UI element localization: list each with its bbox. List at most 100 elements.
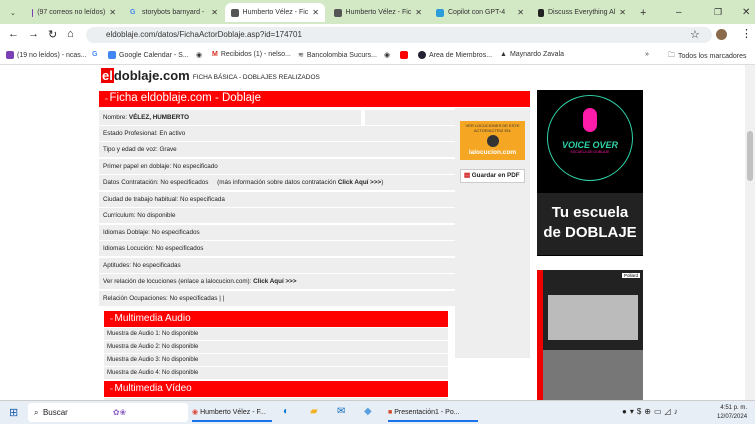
- bookmark-gmail[interactable]: (19 no leídos) - ncas...: [6, 51, 87, 59]
- clock[interactable]: 4:51 p. m. 12/07/2024: [717, 404, 747, 422]
- field-primer: Primer papel en doblaje: No especificado: [99, 159, 455, 174]
- bookmark-google[interactable]: G: [92, 51, 97, 58]
- google-icon: G: [130, 8, 136, 16]
- menu-icon[interactable]: ⋮: [741, 27, 752, 40]
- audio-item: Muestra de Audio 4: No disponible: [104, 367, 448, 379]
- field-curriculum: Currículum: No disponible: [99, 208, 455, 223]
- back-button[interactable]: ←: [8, 28, 19, 40]
- tab-search-button[interactable]: ⌄: [4, 3, 22, 22]
- new-tab-button[interactable]: +: [634, 3, 652, 22]
- calendar-icon: [108, 51, 116, 59]
- bookmark-calendar[interactable]: Google Calendar - S...: [108, 51, 189, 59]
- section-header: Ficha eldoblaje.com - Doblaje: [99, 91, 530, 107]
- field-tipo: Tipo y edad de voz: Grave: [99, 142, 455, 157]
- file-explorer-icon[interactable]: ▰: [310, 406, 318, 417]
- field-ocupaciones: Relación Ocupaciones: No especificadas |…: [99, 291, 455, 306]
- audio-header: Multimedia Audio: [104, 311, 448, 327]
- tab-gmail[interactable]: (97 correos no leídos) ✕: [26, 3, 122, 22]
- star-icon[interactable]: ☆: [690, 28, 700, 41]
- site-icon: [334, 8, 342, 17]
- avatar[interactable]: [716, 29, 727, 40]
- bancolombia-icon: ≋: [298, 52, 304, 59]
- edge-icon[interactable]: ◐: [283, 406, 289, 417]
- close-icon[interactable]: ✕: [312, 8, 319, 17]
- lavender-decoration: ✿❀: [112, 408, 127, 417]
- system-tray-icons[interactable]: ●▾$⊕▭◿♪: [622, 407, 681, 416]
- site-logo[interactable]: el doblaje.com FICHA BÁSICA - DOBLAJES RE…: [101, 68, 320, 83]
- field-idiomas-doblaje: Idiomas Doblaje: No especificados: [99, 225, 455, 240]
- tab-humberto-active[interactable]: Humberto Vélez - Fic ✕: [225, 3, 325, 22]
- pdf-icon: ▤: [464, 172, 470, 179]
- mail-icon: [6, 51, 14, 59]
- tab-copilot[interactable]: Copilot con GPT-4 ✕: [430, 3, 530, 22]
- all-bookmarks[interactable]: 🗀 Todos los marcadores: [668, 51, 746, 62]
- close-icon[interactable]: ✕: [415, 8, 422, 17]
- bookmark-bancolombia[interactable]: ≋ Bancolombia Sucurs...: [298, 51, 377, 60]
- address-bar[interactable]: eldoblaje.com/datos/FichaActorDoblaje.as…: [86, 27, 712, 43]
- field-empty: [365, 110, 455, 125]
- page-content: el doblaje.com FICHA BÁSICA - DOBLAJES RE…: [0, 65, 745, 400]
- field-estado: Estado Profesional: En activo: [99, 126, 455, 141]
- site-icon: ▲: [500, 51, 507, 58]
- video-header: Multimedia Vídeo: [104, 381, 448, 397]
- audio-item: Muestra de Audio 1: No disponible: [104, 328, 448, 340]
- minimize-button[interactable]: –: [670, 3, 688, 22]
- powerpoint-icon: ■: [388, 409, 393, 416]
- mail-app-icon[interactable]: ✉: [337, 406, 345, 417]
- click-aqui-link[interactable]: Click Aquí >>>: [338, 179, 381, 186]
- close-icon[interactable]: ✕: [619, 8, 626, 17]
- tab-humberto[interactable]: Humberto Vélez - Fic ✕: [328, 3, 428, 22]
- gmail-icon: M: [212, 51, 218, 58]
- bookmark-globe[interactable]: ◉: [196, 51, 202, 59]
- scrollbar-thumb[interactable]: [747, 131, 753, 181]
- audio-item: Muestra de Audio 2: No disponible: [104, 341, 448, 353]
- field-nombre: Nombre: VÉLEZ, HUMBERTO: [99, 110, 361, 125]
- microphone-logo-icon: [486, 135, 499, 147]
- chrome-icon: ◉: [192, 409, 199, 416]
- tab-storybots[interactable]: Gstorybots barnyard - ✕: [124, 3, 224, 22]
- more-bookmarks-button[interactable]: »: [645, 51, 649, 58]
- home-button[interactable]: ⌂: [67, 28, 74, 40]
- close-window-button[interactable]: ✕: [736, 3, 755, 22]
- click-aqui-locuciones-link[interactable]: Click Aquí >>>: [253, 278, 296, 285]
- pollard-ad[interactable]: Pollard: [537, 270, 643, 400]
- site-icon: [418, 51, 426, 59]
- microphone-icon: [583, 108, 597, 132]
- reload-button[interactable]: ↻: [48, 28, 57, 41]
- youtube-icon: [400, 51, 408, 59]
- lalocucion-banner[interactable]: VER LOCUCIONES DE ESTE ACTOR/ACTRIZ EN: …: [460, 121, 525, 160]
- field-idiomas-locucion: Idiomas Locución: No especificados: [99, 241, 455, 256]
- save-pdf-button[interactable]: ▤ Guardar en PDF: [460, 169, 525, 183]
- close-icon[interactable]: ✕: [109, 8, 116, 17]
- restore-button[interactable]: ❐: [708, 3, 728, 22]
- close-icon[interactable]: ✕: [211, 8, 218, 17]
- bookmarks-bar: (19 no leídos) - ncas... G Google Calend…: [0, 46, 755, 65]
- taskbar: ⊞ ⌕ Buscar ✿❀ ◉ Humberto Vélez - F... ◐ ▰…: [0, 400, 755, 424]
- mail-icon: [32, 8, 34, 17]
- voice-over-ad[interactable]: VOICE OVER ESCUELA DE DOBLAJE Tu escuela…: [537, 90, 643, 256]
- search-icon: ⌕: [34, 408, 39, 417]
- tab-discuss[interactable]: Discuss Everything Al ✕: [532, 3, 632, 22]
- taskbar-powerpoint[interactable]: ■ Presentación1 - Po...: [388, 404, 478, 422]
- forward-button[interactable]: →: [28, 28, 39, 40]
- bookmark-youtube[interactable]: [400, 51, 408, 59]
- bookmark-maynardo[interactable]: ▲ Maynardo Zavala: [500, 51, 564, 58]
- field-ciudad: Ciudad de trabajo habitual: No especific…: [99, 192, 455, 207]
- taskbar-chrome[interactable]: ◉ Humberto Vélez - F...: [192, 404, 272, 422]
- scrollbar[interactable]: [745, 65, 755, 400]
- app-icon[interactable]: ◆: [364, 406, 372, 417]
- copilot-icon: [436, 8, 444, 17]
- site-icon: [231, 8, 239, 17]
- tab-strip: ⌄ (97 correos no leídos) ✕ Gstorybots bar…: [0, 0, 755, 24]
- field-aptitudes: Aptitudes: No especificadas: [99, 258, 455, 273]
- audio-item: Muestra de Audio 3: No disponible: [104, 354, 448, 366]
- bookmark-recibidos[interactable]: M Recibidos (1) - nelso...: [212, 51, 291, 58]
- cinema-seats-image: [543, 350, 643, 400]
- folder-icon: 🗀: [668, 52, 675, 59]
- close-icon[interactable]: ✕: [517, 8, 524, 17]
- bookmark-globe-2[interactable]: ◉: [384, 51, 390, 59]
- bookmark-miembros[interactable]: Area de Miembros...: [418, 51, 492, 59]
- windows-start-icon[interactable]: ⊞: [9, 406, 18, 419]
- taskbar-search[interactable]: ⌕ Buscar ✿❀: [28, 403, 188, 422]
- field-datos: Datos Contratación: No especificados (má…: [99, 175, 455, 190]
